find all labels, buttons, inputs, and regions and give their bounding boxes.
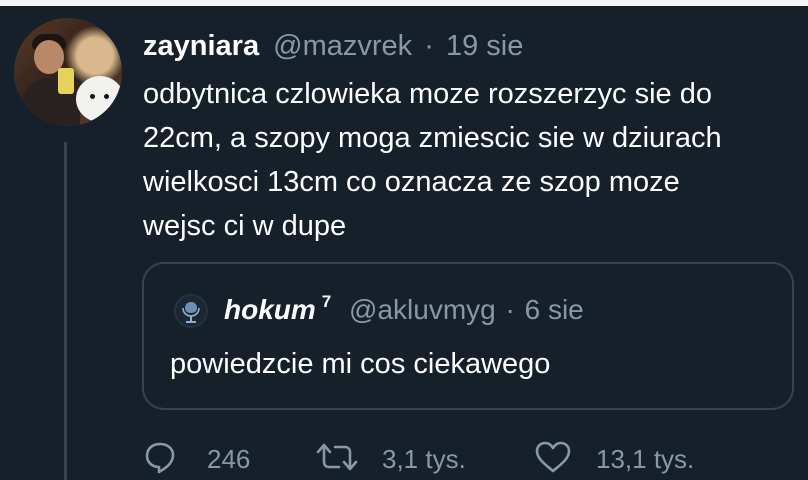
quoted-display-name[interactable]: hokum [224, 294, 316, 325]
reply-count: 246 [207, 444, 251, 474]
retweet-count: 3,1 tys. [382, 444, 466, 474]
quoted-name-superscript: 7 [321, 292, 332, 311]
reply-icon [145, 442, 175, 474]
user-avatar[interactable] [14, 18, 122, 126]
tweet-text-line: odbytnica czlowieka moze rozszerzyc sie … [143, 78, 712, 110]
tweet-actions: 246 3,1 tys. 13,1 tys. [0, 438, 808, 480]
top-border [0, 0, 808, 6]
retweet-icon [316, 443, 358, 471]
tweet-date[interactable]: 19 sie [446, 30, 523, 62]
tweet-screenshot: zayniara @mazvrek · 19 sie odbytnica czl… [0, 0, 808, 480]
header-separator: · [424, 30, 434, 62]
quoted-user-handle[interactable]: @akluvmyg [349, 294, 496, 325]
tweet-body: odbytnica czlowieka moze rozszerzyc sie … [143, 72, 793, 248]
microphone-icon [182, 302, 200, 323]
like-button[interactable]: 13,1 tys. [534, 438, 704, 480]
tweet-header: zayniara @mazvrek · 19 sie [143, 28, 523, 64]
tweet-text-line: 22cm, a szopy moga zmiescic sie w dziura… [143, 122, 722, 154]
user-handle[interactable]: @mazvrek [273, 30, 412, 62]
quoted-tweet-date[interactable]: 6 sie [525, 294, 584, 325]
quoted-tweet[interactable]: hokum 7 @akluvmyg · 6 sie powiedzcie mi c… [142, 262, 794, 410]
reply-button[interactable]: 246 [143, 438, 263, 480]
quoted-tweet-text: powiedzcie mi cos ciekawego [170, 348, 551, 380]
heart-icon [535, 441, 571, 473]
quoted-tweet-header: hokum 7 @akluvmyg · 6 sie [224, 292, 584, 332]
like-count: 13,1 tys. [596, 444, 695, 474]
thread-line [64, 142, 67, 480]
quoted-header-separator: · [505, 294, 515, 325]
quoted-user-avatar [174, 294, 208, 328]
retweet-button[interactable]: 3,1 tys. [314, 438, 484, 480]
tweet-text-line: wielkosci 13cm co oznacza ze szop moze [143, 166, 680, 198]
display-name[interactable]: zayniara [143, 30, 259, 62]
avatar-dog [76, 76, 122, 122]
avatar-phone [58, 68, 74, 94]
tweet-text-line: wejsc ci w dupe [143, 210, 347, 242]
